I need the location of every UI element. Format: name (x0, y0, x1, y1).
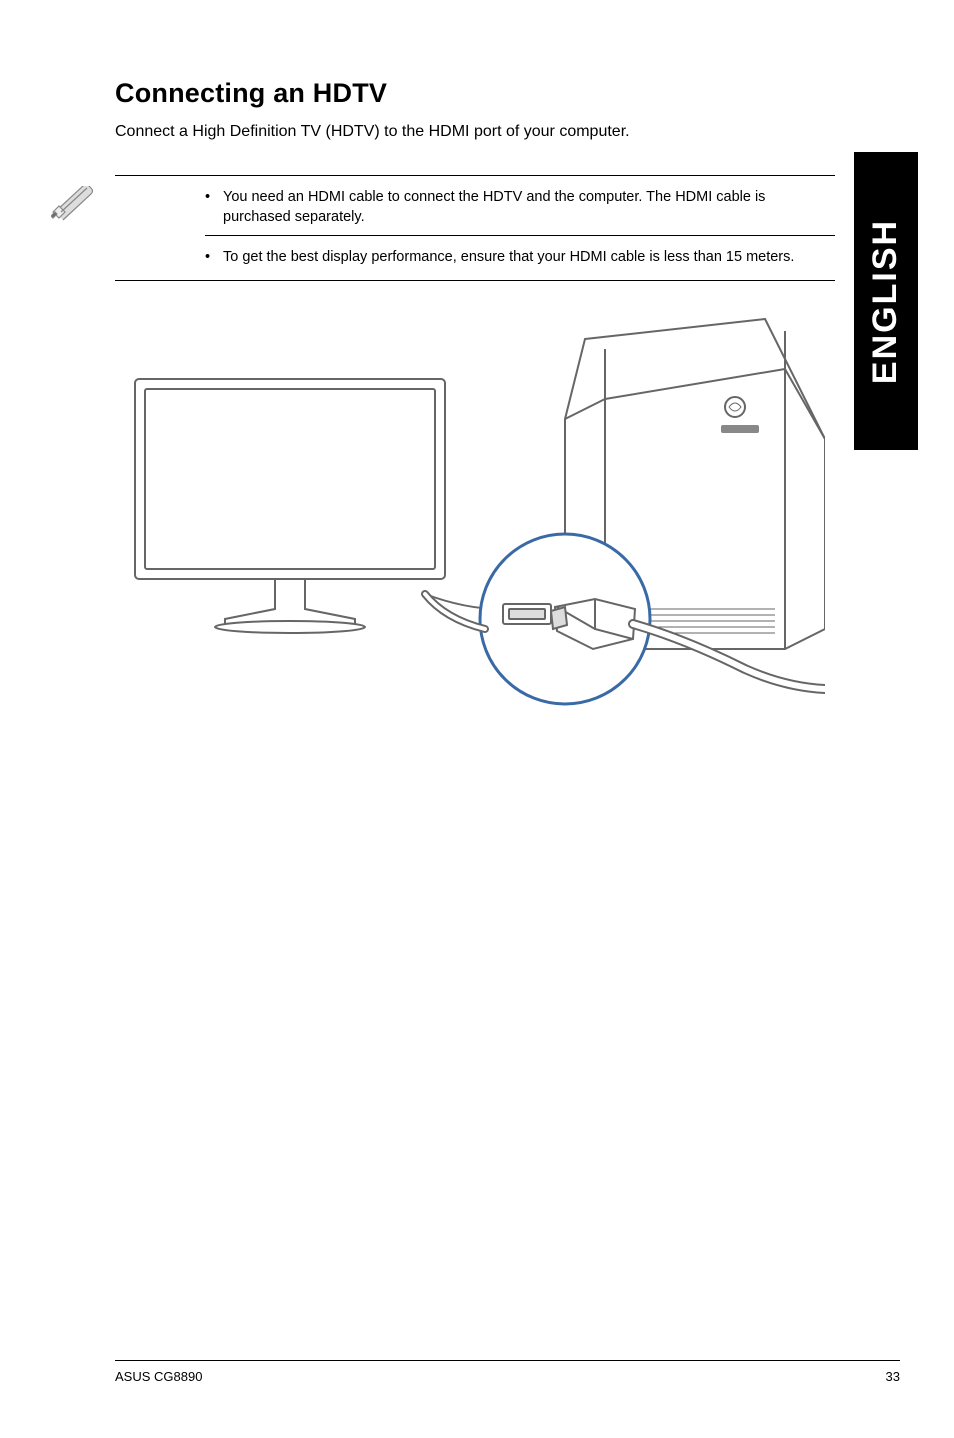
content-area: Connecting an HDTV Connect a High Defini… (115, 78, 835, 714)
page-footer: ASUS CG8890 33 (115, 1360, 900, 1384)
language-tab: ENGLISH (854, 152, 918, 450)
footer-product: ASUS CG8890 (115, 1369, 202, 1384)
intro-text: Connect a High Definition TV (HDTV) to t… (115, 123, 835, 141)
note-list: You need an HDMI cable to connect the HD… (115, 188, 835, 268)
hdtv-connection-illustration (125, 309, 835, 714)
language-tab-text: ENGLISH (867, 218, 906, 383)
page-title: Connecting an HDTV (115, 78, 835, 109)
pencil-icon (51, 186, 99, 229)
footer-page-number: 33 (886, 1369, 900, 1384)
page: ENGLISH Connecting an HDTV Connect a Hig… (0, 0, 954, 1438)
note-item: You need an HDMI cable to connect the HD… (205, 188, 835, 227)
note-block: You need an HDMI cable to connect the HD… (115, 175, 835, 281)
note-item: To get the best display performance, ens… (205, 235, 835, 268)
